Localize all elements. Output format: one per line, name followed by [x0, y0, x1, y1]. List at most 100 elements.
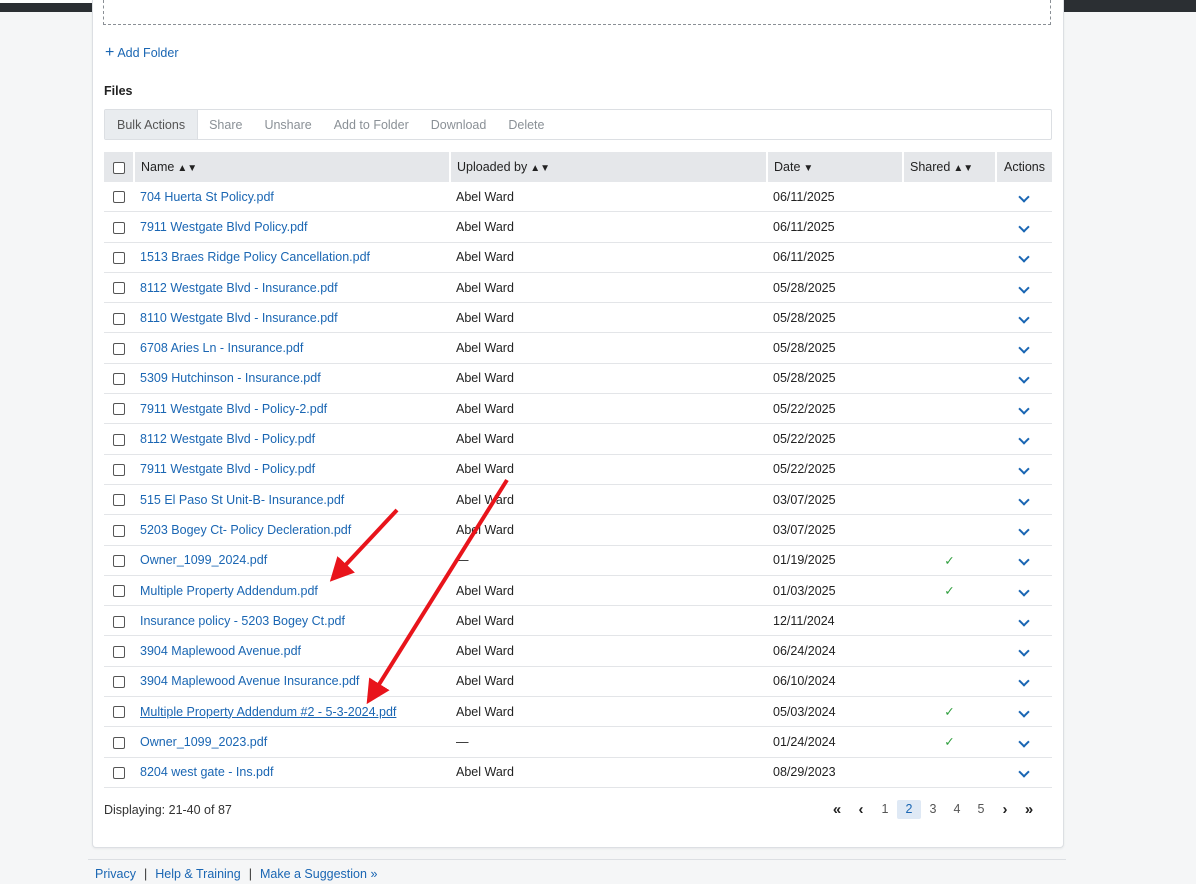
- uploaded-by-header-label: Uploaded by: [457, 160, 528, 174]
- file-name-link[interactable]: 7911 Westgate Blvd - Policy-2.pdf: [140, 402, 327, 416]
- row-checkbox[interactable]: [113, 282, 125, 295]
- table-row: 3904 Maplewood Avenue Insurance.pdf Abel …: [104, 666, 1052, 698]
- file-name-link[interactable]: 8112 Westgate Blvd - Insurance.pdf: [140, 281, 338, 295]
- page-1[interactable]: 1: [873, 800, 897, 819]
- sort-icon: ▲▼: [177, 163, 198, 174]
- row-checkbox[interactable]: [113, 191, 125, 204]
- download-button[interactable]: Download: [420, 110, 498, 139]
- row-checkbox[interactable]: [113, 312, 125, 325]
- chevron-down-icon[interactable]: [1018, 554, 1030, 566]
- chevron-down-icon[interactable]: [1018, 342, 1030, 354]
- first-page-icon[interactable]: «: [825, 800, 849, 819]
- shared-column-header[interactable]: Shared ▲▼: [903, 152, 997, 182]
- chevron-down-icon[interactable]: [1018, 463, 1030, 475]
- folder-dropzone[interactable]: [103, 0, 1051, 25]
- file-name-link[interactable]: Multiple Property Addendum.pdf: [140, 584, 318, 598]
- row-checkbox[interactable]: [113, 464, 125, 477]
- chevron-down-icon[interactable]: [1018, 584, 1030, 597]
- row-checkbox[interactable]: [113, 251, 125, 264]
- select-all-checkbox[interactable]: [112, 161, 125, 174]
- next-page-icon[interactable]: ›: [993, 800, 1017, 819]
- uploaded-by-cell: Abel Ward: [450, 575, 767, 607]
- chevron-down-icon[interactable]: [1018, 221, 1030, 233]
- row-checkbox[interactable]: [113, 585, 125, 598]
- chevron-down-icon[interactable]: [1018, 372, 1030, 385]
- chevron-down-icon[interactable]: [1018, 251, 1030, 263]
- chevron-down-icon[interactable]: [1018, 493, 1030, 506]
- chevron-down-icon[interactable]: [1018, 766, 1030, 778]
- help-training-link[interactable]: Help & Training: [155, 867, 240, 881]
- name-column-header[interactable]: Name ▲▼: [134, 152, 451, 182]
- row-checkbox[interactable]: [113, 494, 125, 507]
- chevron-down-icon[interactable]: [1018, 524, 1030, 536]
- share-button[interactable]: Share: [198, 110, 253, 139]
- row-checkbox[interactable]: [113, 403, 125, 416]
- file-name-link[interactable]: 3904 Maplewood Avenue.pdf: [140, 644, 301, 658]
- delete-button[interactable]: Delete: [497, 110, 555, 139]
- file-name-link[interactable]: Owner_1099_2024.pdf: [140, 553, 267, 567]
- date-cell: 06/11/2025: [767, 242, 903, 273]
- file-name-link[interactable]: 5309 Hutchinson - Insurance.pdf: [140, 371, 321, 385]
- chevron-down-icon[interactable]: [1018, 675, 1030, 688]
- add-folder-link[interactable]: + Add Folder: [105, 44, 179, 61]
- footer-divider: [88, 859, 1066, 860]
- file-name-cell: 3904 Maplewood Avenue.pdf: [134, 635, 450, 667]
- file-name-cell: Multiple Property Addendum.pdf: [134, 575, 450, 607]
- add-to-folder-button[interactable]: Add to Folder: [323, 110, 420, 139]
- file-name-link[interactable]: 1513 Braes Ridge Policy Cancellation.pdf: [140, 250, 370, 264]
- uploaded-by-column-header[interactable]: Uploaded by ▲▼: [450, 152, 768, 182]
- file-name-link[interactable]: Insurance policy - 5203 Bogey Ct.pdf: [140, 614, 345, 628]
- row-checkbox[interactable]: [113, 736, 125, 749]
- row-actions-cell: [996, 454, 1052, 485]
- row-checkbox[interactable]: [113, 554, 125, 567]
- page-2-current[interactable]: 2: [897, 799, 921, 819]
- row-checkbox[interactable]: [113, 676, 125, 689]
- row-checkbox[interactable]: [113, 615, 125, 628]
- file-name-link[interactable]: 7911 Westgate Blvd Policy.pdf: [140, 220, 307, 234]
- file-name-link[interactable]: 3904 Maplewood Avenue Insurance.pdf: [140, 674, 359, 688]
- row-checkbox[interactable]: [113, 645, 125, 658]
- chevron-down-icon[interactable]: [1018, 433, 1030, 445]
- plus-icon: +: [105, 44, 115, 61]
- date-cell: 05/28/2025: [767, 332, 903, 364]
- chevron-down-icon[interactable]: [1018, 736, 1030, 748]
- file-name-cell: 7911 Westgate Blvd Policy.pdf: [134, 211, 450, 243]
- prev-page-icon[interactable]: ‹: [849, 800, 873, 819]
- file-name-link[interactable]: 8112 Westgate Blvd - Policy.pdf: [140, 432, 315, 446]
- chevron-down-icon[interactable]: [1018, 403, 1030, 415]
- chevron-down-icon[interactable]: [1018, 190, 1030, 203]
- row-checkbox[interactable]: [113, 766, 125, 779]
- file-name-link[interactable]: 6708 Aries Ln - Insurance.pdf: [140, 341, 303, 355]
- file-name-link[interactable]: 7911 Westgate Blvd - Policy.pdf: [140, 462, 315, 476]
- file-name-link[interactable]: 8204 west gate - Ins.pdf: [140, 765, 273, 779]
- page-5[interactable]: 5: [969, 800, 993, 819]
- date-cell: 06/10/2024: [767, 666, 903, 698]
- file-name-link[interactable]: Owner_1099_2023.pdf: [140, 735, 267, 749]
- chevron-down-icon[interactable]: [1018, 615, 1030, 627]
- select-all-header: [104, 152, 135, 182]
- last-page-icon[interactable]: »: [1017, 800, 1041, 819]
- privacy-link[interactable]: Privacy: [95, 867, 136, 881]
- file-name-link[interactable]: Multiple Property Addendum #2 - 5-3-2024…: [140, 705, 396, 719]
- date-column-header[interactable]: Date ▼: [767, 152, 904, 182]
- file-name-link[interactable]: 704 Huerta St Policy.pdf: [140, 190, 274, 204]
- row-checkbox[interactable]: [113, 221, 125, 234]
- make-suggestion-link[interactable]: Make a Suggestion »: [260, 867, 377, 881]
- chevron-down-icon[interactable]: [1018, 281, 1030, 294]
- file-name-link[interactable]: 8110 Westgate Blvd - Insurance.pdf: [140, 311, 338, 325]
- row-actions-cell: [996, 211, 1052, 243]
- page-4[interactable]: 4: [945, 800, 969, 819]
- file-name-link[interactable]: 5203 Bogey Ct- Policy Decleration.pdf: [140, 523, 351, 537]
- row-checkbox[interactable]: [113, 706, 125, 719]
- page-3[interactable]: 3: [921, 800, 945, 819]
- row-checkbox[interactable]: [113, 342, 125, 355]
- file-name-cell: 6708 Aries Ln - Insurance.pdf: [134, 332, 450, 364]
- file-name-link[interactable]: 515 El Paso St Unit-B- Insurance.pdf: [140, 493, 344, 507]
- chevron-down-icon[interactable]: [1018, 312, 1030, 324]
- unshare-button[interactable]: Unshare: [253, 110, 322, 139]
- row-checkbox[interactable]: [113, 373, 125, 386]
- row-checkbox[interactable]: [113, 433, 125, 446]
- row-checkbox[interactable]: [113, 524, 125, 537]
- chevron-down-icon[interactable]: [1018, 645, 1030, 657]
- chevron-down-icon[interactable]: [1018, 706, 1030, 718]
